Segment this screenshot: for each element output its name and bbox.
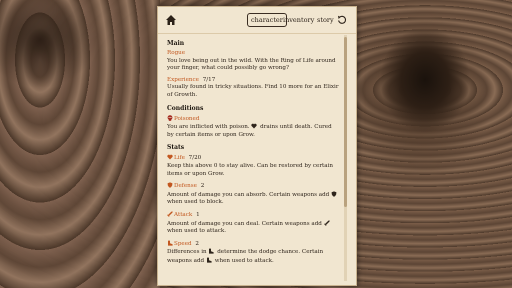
home-icon[interactable]	[165, 14, 177, 26]
sword-icon	[323, 219, 330, 226]
stats-heading: Stats	[167, 144, 185, 152]
sword-icon	[167, 211, 173, 217]
life-item: Life 7/20 Keep this above 0 to stay aliv…	[167, 154, 339, 178]
rogue-item: Rogue You love being out in the wild. Wi…	[167, 50, 339, 73]
defense-title: Defense	[174, 183, 197, 190]
life-value: 7/20	[188, 155, 202, 162]
main-heading: Main	[167, 40, 185, 47]
speed-value: 2	[195, 240, 199, 247]
conditions-section: Conditions Poisoned You are inflicted wi…	[167, 105, 339, 140]
defense-desc: Amount of damage you can absorb. Certain…	[167, 191, 339, 207]
skull-icon	[167, 114, 173, 121]
stats-section: Stats Life 7/20 Keep this above 0 to sta…	[167, 144, 339, 265]
main-section: Main Rogue You love being out in the wil…	[167, 40, 339, 100]
defense-desc-part-a: Amount of damage you can absorb. Certain…	[167, 191, 330, 198]
heart-icon	[167, 155, 173, 160]
undo-icon[interactable]	[337, 15, 347, 25]
speed-title: Speed	[174, 240, 192, 247]
experience-desc: Usually found in tricky situations. Find…	[167, 84, 339, 98]
speed-desc-part-c: when used to attack.	[214, 257, 274, 264]
rogue-desc: You love being out in the wild. With the…	[167, 57, 336, 72]
attack-desc-part-b: when used to attack.	[167, 228, 227, 235]
defense-item: Defense 2 Amount of damage you can absor…	[167, 182, 339, 207]
attack-desc-part-a: Amount of damage you can deal. Certain w…	[167, 220, 322, 227]
tab-story[interactable]: story	[317, 15, 334, 25]
boot-icon	[168, 240, 173, 246]
experience-value: 7/17	[202, 76, 216, 83]
scrollbar-thumb[interactable]	[344, 37, 347, 207]
boot-icon	[209, 248, 215, 254]
defense-desc-part-b: when used to block.	[167, 199, 224, 206]
tab-inventory[interactable]: inventory	[283, 15, 314, 25]
attack-value: 1	[196, 211, 200, 218]
top-nav: character inventory story	[158, 7, 356, 34]
attack-item: Attack 1 Amount of damage you can deal. …	[167, 211, 339, 236]
speed-item: Speed 2 Differences in determine the dod…	[167, 240, 339, 266]
defense-value: 2	[200, 183, 205, 190]
poisoned-desc: You are inflicted with poison. drains un…	[167, 123, 339, 139]
poisoned-title: Poisoned	[174, 115, 200, 122]
character-content: Main Rogue You love being out in the wil…	[167, 40, 339, 280]
life-desc: Keep this above 0 to stay alive. Can be …	[167, 162, 333, 177]
poisoned-desc-part-a: You are inflicted with poison.	[167, 124, 250, 131]
tab-character[interactable]: character	[247, 13, 287, 27]
background-cave-left	[0, 0, 160, 288]
poisoned-item: Poisoned You are inflicted with poison. …	[167, 114, 339, 140]
attack-desc: Amount of damage you can deal. Certain w…	[167, 219, 339, 236]
heart-icon	[251, 123, 258, 129]
shield-icon	[167, 182, 173, 188]
boot-icon	[206, 257, 212, 263]
life-title: Life	[174, 155, 185, 162]
experience-item: Experience 7/17 Usually found in tricky …	[167, 77, 339, 100]
experience-title: Experience	[167, 76, 199, 83]
shield-icon	[331, 191, 337, 197]
speed-desc: Differences in determine the dodge chanc…	[167, 248, 339, 265]
speed-desc-part-a: Differences in	[167, 249, 207, 256]
attack-title: Attack	[174, 211, 193, 218]
character-panel: character inventory story Main Rogue You…	[157, 6, 357, 286]
conditions-heading: Conditions	[167, 104, 204, 112]
rogue-title: Rogue	[167, 50, 186, 56]
